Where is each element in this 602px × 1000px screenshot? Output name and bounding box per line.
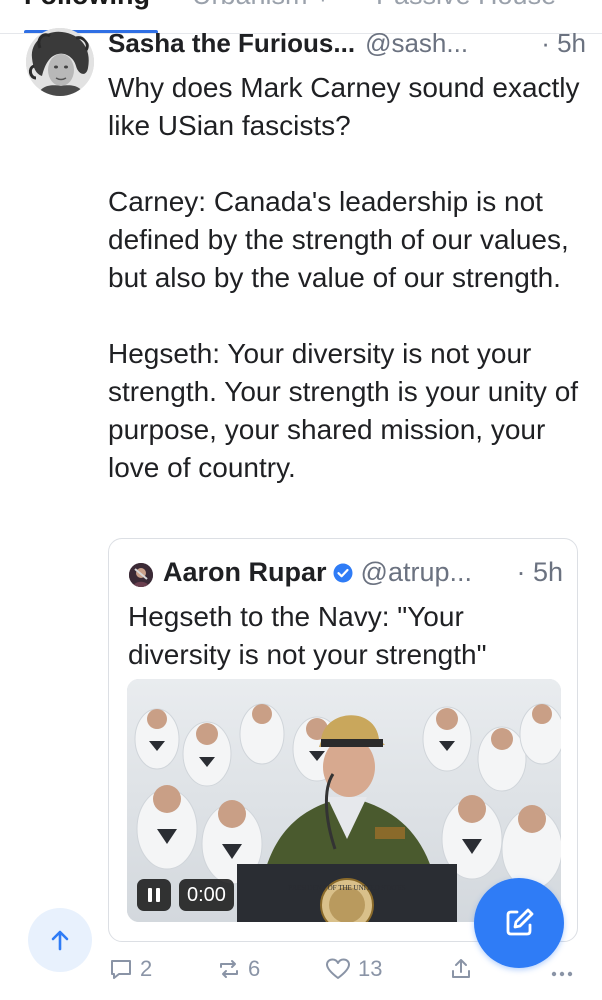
heart-icon: [326, 958, 350, 979]
pause-icon-bar: [156, 888, 160, 902]
scroll-to-top-button[interactable]: [28, 908, 92, 972]
quote-author-name[interactable]: Aaron Rupar: [163, 557, 327, 588]
like-button[interactable]: 13: [324, 956, 382, 982]
quote-author-handle[interactable]: @atrup...: [361, 557, 472, 588]
tab-following[interactable]: Following: [24, 0, 150, 11]
more-icon: [551, 971, 573, 977]
post-time: · 5h: [541, 28, 586, 58]
arrow-up-icon: [51, 930, 69, 951]
quote-text: Hegseth to the Navy: "Your diversity is …: [128, 601, 487, 670]
post-text: Why does Mark Carney sound exactly like …: [108, 69, 586, 487]
reply-icon: [111, 960, 131, 979]
quote-header: Aaron Rupar @atrup... · 5h: [163, 557, 563, 588]
like-count: 13: [358, 956, 383, 981]
tab-urbanism[interactable]: Urbanism +: [192, 0, 331, 11]
quote-time: · 5h: [516, 557, 563, 587]
compose-button[interactable]: [474, 878, 564, 968]
repost-count: 6: [248, 956, 261, 981]
author-handle[interactable]: @sash...: [365, 28, 468, 59]
quote-avatar[interactable]: [129, 563, 153, 587]
post-paragraph: Carney: Canada's leadership is not defin…: [108, 186, 569, 293]
podium-seal-text: PRESIDENT OF THE UNITED STATES: [288, 884, 406, 892]
video-controls: 0:00: [137, 879, 234, 911]
compose-icon: [506, 908, 534, 936]
pause-icon-bar: [148, 888, 152, 902]
repost-icon: [220, 960, 238, 978]
video-time: 0:00: [179, 879, 234, 911]
share-button[interactable]: [448, 956, 474, 982]
reply-button[interactable]: 2: [108, 956, 152, 982]
post-paragraph: Why does Mark Carney sound exactly like …: [108, 72, 580, 141]
repost-button[interactable]: 6: [216, 956, 260, 982]
post-header: Sasha the Furious... @sash... · 5h: [108, 28, 586, 64]
post-paragraph: Hegseth: Your diversity is not your stre…: [108, 338, 579, 483]
author-name[interactable]: Sasha the Furious...: [108, 28, 355, 59]
reply-count: 2: [140, 956, 153, 981]
tab-passive-house[interactable]: Passive House: [376, 0, 556, 11]
avatar[interactable]: [26, 28, 94, 96]
pause-button[interactable]: [137, 879, 171, 911]
verified-badge-icon: [333, 559, 353, 583]
share-icon: [452, 959, 470, 978]
more-button[interactable]: [548, 956, 576, 982]
